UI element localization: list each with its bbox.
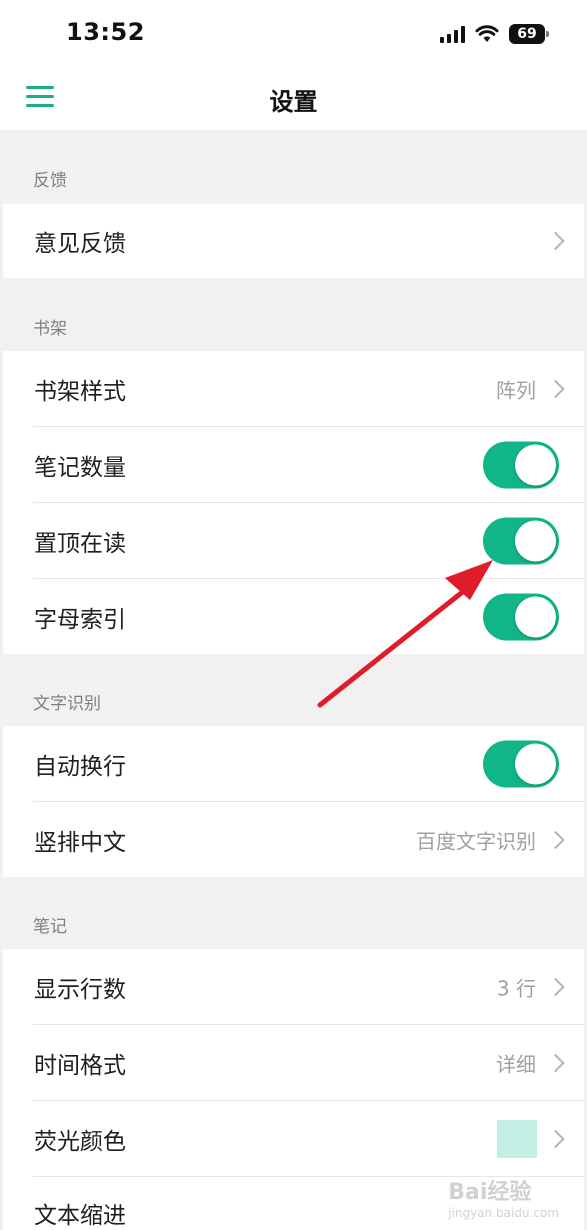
baidu-watermark: Bai经验 jingyan.baidu.com (448, 1174, 559, 1220)
row-time-format[interactable]: 时间格式 详细 (3, 1025, 584, 1101)
chevron-right-icon (546, 830, 565, 849)
chevron-right-icon (546, 231, 565, 251)
section-header-ocr: 文字识别 (0, 654, 587, 726)
toggle-knob (515, 596, 556, 637)
row-bookshelf-style[interactable]: 书架样式 阵列 (3, 351, 584, 427)
row-highlight-color[interactable]: 荧光颜色 (3, 1101, 584, 1177)
row-label: 显示行数 (34, 977, 126, 1003)
note-count-toggle[interactable] (483, 441, 559, 489)
row-pin-reading: 置顶在读 (3, 503, 584, 579)
watermark-sub: jingyan.baidu.com (448, 1206, 559, 1220)
nav-bar: 设置 (0, 66, 587, 130)
row-line-count[interactable]: 显示行数 3 行 (3, 949, 584, 1025)
status-bar: 13:52 69 (0, 0, 587, 66)
row-label: 置顶在读 (34, 531, 126, 557)
toggle-knob (515, 743, 556, 785)
alpha-index-toggle[interactable] (483, 593, 559, 640)
row-note-count: 笔记数量 (3, 427, 584, 503)
chevron-right-icon (546, 977, 565, 997)
row-label: 书架样式 (34, 379, 126, 405)
section-header-label: 笔记 (33, 917, 67, 937)
status-icons: 69 (440, 22, 549, 46)
section-header-feedback: 反馈 (0, 130, 587, 204)
row-label: 意见反馈 (34, 231, 126, 257)
status-time: 13:52 (66, 18, 145, 46)
row-label: 字母索引 (34, 606, 126, 633)
row-label: 荧光颜色 (34, 1129, 126, 1155)
row-feedback[interactable]: 意见反馈 (3, 204, 584, 278)
wifi-icon (475, 25, 499, 42)
auto-wrap-toggle[interactable] (483, 740, 559, 788)
page-title: 设置 (269, 88, 318, 116)
row-label: 竖排中文 (34, 829, 126, 856)
row-label: 时间格式 (34, 1053, 126, 1079)
highlight-color-swatch[interactable] (497, 1120, 537, 1158)
section-header-label: 文字识别 (33, 694, 101, 714)
row-value: 3 行 (496, 976, 536, 1001)
row-label: 笔记数量 (34, 455, 126, 481)
pin-reading-toggle[interactable] (483, 517, 559, 565)
row-label: 文本缩进 (34, 1203, 126, 1229)
chevron-right-icon (546, 1129, 565, 1149)
section-header-label: 反馈 (33, 171, 67, 191)
toggle-knob (515, 520, 556, 562)
row-label: 自动换行 (34, 754, 126, 780)
battery-icon: 69 (509, 24, 549, 44)
section-header-bookshelf: 书架 (0, 278, 587, 351)
cellular-signal-icon (440, 25, 465, 43)
row-alpha-index: 字母索引 (3, 579, 584, 654)
toggle-knob (515, 444, 556, 486)
row-value: 阵列 (496, 378, 536, 403)
watermark-text: Bai经验 (448, 1180, 532, 1205)
row-value: 百度文字识别 (416, 829, 536, 853)
chevron-right-icon (546, 379, 565, 399)
row-value: 详细 (496, 1052, 536, 1077)
chevron-right-icon (546, 1053, 565, 1073)
section-header-notes: 笔记 (0, 877, 587, 949)
row-auto-wrap: 自动换行 (3, 726, 584, 802)
row-vertical-chinese[interactable]: 竖排中文 百度文字识别 (3, 802, 584, 877)
section-header-label: 书架 (33, 319, 67, 339)
